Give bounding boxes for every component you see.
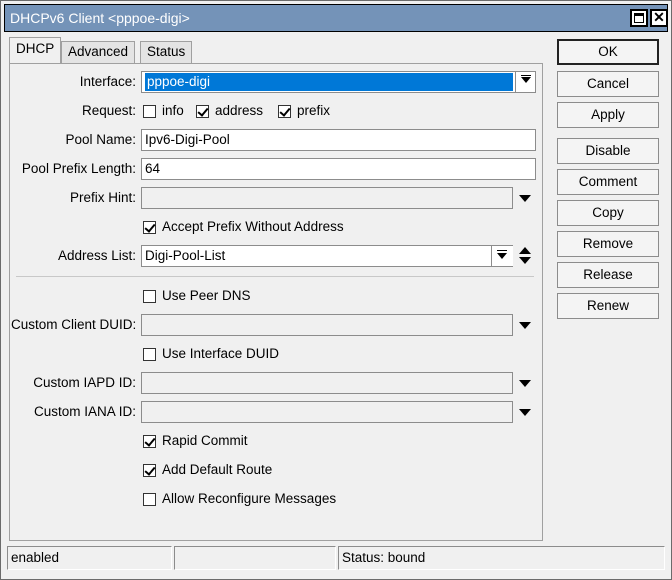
- allow-reconfigure-messages-label: Allow Reconfigure Messages: [162, 491, 337, 506]
- dhcpv6-client-window: DHCPv6 Client <pppoe-digi> ✕ Advanced St…: [0, 0, 672, 580]
- pool-prefix-length-label: Pool Prefix Length:: [21, 161, 136, 176]
- remove-button[interactable]: Remove: [557, 231, 659, 257]
- address-list-label: Address List:: [57, 248, 136, 263]
- copy-button[interactable]: Copy: [557, 200, 659, 226]
- interface-dropdown-button[interactable]: [515, 72, 535, 92]
- tab-status[interactable]: Status: [140, 41, 193, 63]
- custom-iapd-id-expand-icon[interactable]: [519, 380, 531, 387]
- pool-prefix-length-input[interactable]: 64: [141, 158, 536, 180]
- apply-button[interactable]: Apply: [557, 102, 659, 128]
- address-list-value: Digi-Pool-List: [145, 248, 226, 263]
- request-info-checkbox[interactable]: [143, 105, 156, 118]
- window-title: DHCPv6 Client <pppoe-digi>: [10, 10, 190, 26]
- prefix-hint-label: Prefix Hint:: [69, 190, 136, 205]
- interface-value: pppoe-digi: [145, 73, 513, 91]
- allow-reconfigure-messages-checkbox[interactable]: [143, 493, 156, 506]
- request-label: Request:: [81, 103, 136, 118]
- cancel-button[interactable]: Cancel: [557, 71, 659, 97]
- tab-dhcp[interactable]: DHCP: [9, 37, 62, 64]
- use-peer-dns-checkbox[interactable]: [143, 290, 156, 303]
- bar-icon: [521, 75, 531, 76]
- add-default-route-checkbox[interactable]: [143, 464, 156, 477]
- section-divider: [16, 276, 534, 277]
- tab-advanced[interactable]: Advanced: [61, 41, 136, 63]
- disable-button[interactable]: Disable: [557, 138, 659, 164]
- accept-prefix-without-address-checkbox[interactable]: [143, 221, 156, 234]
- arrow-down-icon[interactable]: [519, 257, 531, 264]
- custom-iapd-id-input[interactable]: [141, 372, 513, 394]
- add-default-route-label: Add Default Route: [162, 462, 273, 477]
- interface-label: Interface:: [79, 74, 136, 89]
- comment-button[interactable]: Comment: [557, 169, 659, 195]
- chevron-down-icon: [521, 77, 531, 83]
- use-interface-duid-checkbox[interactable]: [143, 348, 156, 361]
- custom-iana-id-input[interactable]: [141, 401, 513, 423]
- arrow-up-icon[interactable]: [519, 247, 531, 254]
- custom-iapd-id-label: Custom IAPD ID:: [33, 375, 136, 390]
- request-info-label: info: [162, 103, 184, 118]
- address-list-dropdown-button[interactable]: [491, 246, 513, 266]
- rapid-commit-label: Rapid Commit: [162, 433, 248, 448]
- ok-button[interactable]: OK: [557, 39, 659, 65]
- title-bar[interactable]: DHCPv6 Client <pppoe-digi> ✕: [4, 4, 668, 32]
- status-enabled: enabled: [7, 546, 172, 570]
- maximize-icon[interactable]: [630, 9, 648, 27]
- custom-iana-id-expand-icon[interactable]: [519, 409, 531, 416]
- use-interface-duid-label: Use Interface DUID: [162, 346, 280, 361]
- bar-icon: [497, 250, 507, 251]
- request-prefix-checkbox[interactable]: [278, 105, 291, 118]
- prefix-hint-input[interactable]: [141, 187, 513, 209]
- prefix-hint-expand-icon[interactable]: [519, 195, 531, 202]
- rapid-commit-checkbox[interactable]: [143, 435, 156, 448]
- close-icon[interactable]: ✕: [650, 9, 668, 27]
- interface-select[interactable]: pppoe-digi: [141, 71, 536, 93]
- pool-name-label: Pool Name:: [65, 132, 136, 147]
- custom-client-duid-expand-icon[interactable]: [519, 322, 531, 329]
- renew-button[interactable]: Renew: [557, 293, 659, 319]
- accept-prefix-without-address-label: Accept Prefix Without Address: [162, 219, 344, 234]
- request-prefix-label: prefix: [297, 103, 331, 118]
- release-button[interactable]: Release: [557, 262, 659, 288]
- status-bound: Status: bound: [338, 546, 665, 570]
- address-list-input[interactable]: Digi-Pool-List: [141, 245, 513, 267]
- pool-name-input[interactable]: Ipv6-Digi-Pool: [141, 129, 536, 151]
- custom-client-duid-input[interactable]: [141, 314, 513, 336]
- request-address-checkbox[interactable]: [196, 105, 209, 118]
- address-list-updown-icon[interactable]: [519, 246, 531, 266]
- use-peer-dns-label: Use Peer DNS: [162, 288, 251, 303]
- custom-client-duid-label: Custom Client DUID:: [11, 317, 137, 332]
- chevron-down-icon: [497, 253, 507, 259]
- custom-iana-id-label: Custom IANA ID:: [33, 404, 136, 419]
- status-middle: [174, 546, 336, 570]
- request-address-label: address: [215, 103, 264, 118]
